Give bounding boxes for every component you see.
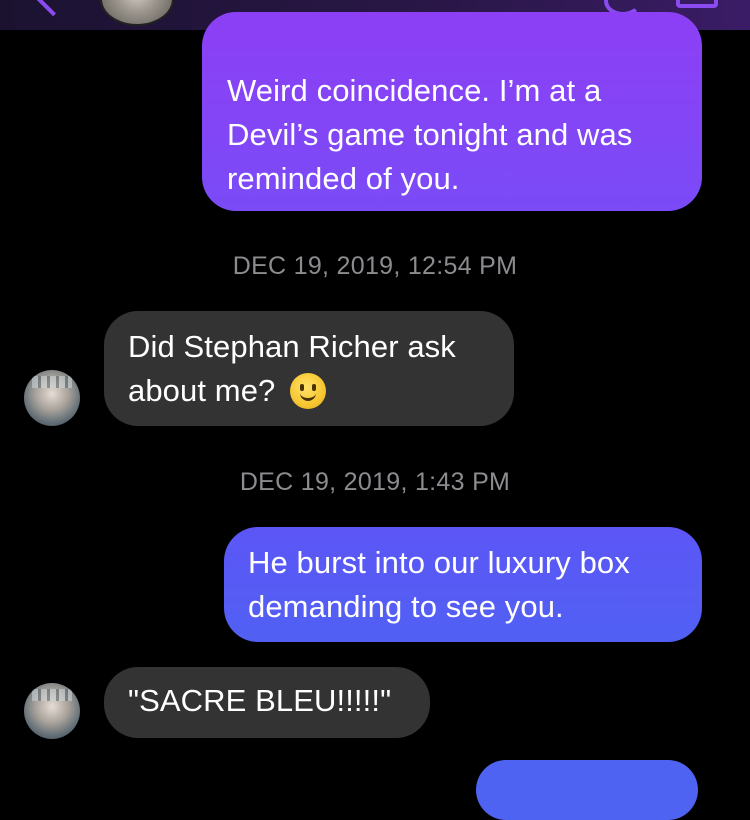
slightly-smiling-face-icon (290, 373, 327, 409)
sender-avatar[interactable] (24, 370, 80, 426)
back-chevron-icon[interactable] (34, 0, 68, 17)
message-text-line: reminded of you. (227, 161, 460, 196)
message-text-line: demanding to see you. (248, 589, 564, 624)
sent-message-bubble[interactable]: Weird coincidence. I’m at a Devil’s game… (202, 12, 702, 211)
message-text-line-with-emoji: about me? (128, 369, 490, 413)
message-text-line: Did Stephan Richer ask (128, 329, 456, 364)
sender-avatar[interactable] (24, 683, 80, 739)
video-call-icon[interactable] (676, 0, 718, 8)
message-text-line: Devil’s game tonight and was (227, 117, 633, 152)
message-timestamp: DEC 19, 2019, 1:43 PM (239, 468, 511, 496)
message-text-line: Weird coincidence. I’m at a (227, 73, 602, 108)
received-message-bubble[interactable]: Did Stephan Richer ask about me? (104, 311, 514, 426)
received-message-bubble[interactable]: "SACRE BLEU!!!!!" (104, 667, 430, 738)
sent-message-bubble[interactable]: He burst into our luxury box demanding t… (224, 527, 702, 642)
message-text-line: about me? (128, 373, 276, 408)
message-timestamp: DEC 19, 2019, 12:54 PM (232, 252, 518, 280)
contact-avatar[interactable] (100, 0, 174, 26)
sent-message-bubble-partial[interactable] (476, 760, 698, 820)
message-text-line: He burst into our luxury box (248, 545, 630, 580)
message-text-line: "SACRE BLEU!!!!!" (128, 683, 392, 718)
